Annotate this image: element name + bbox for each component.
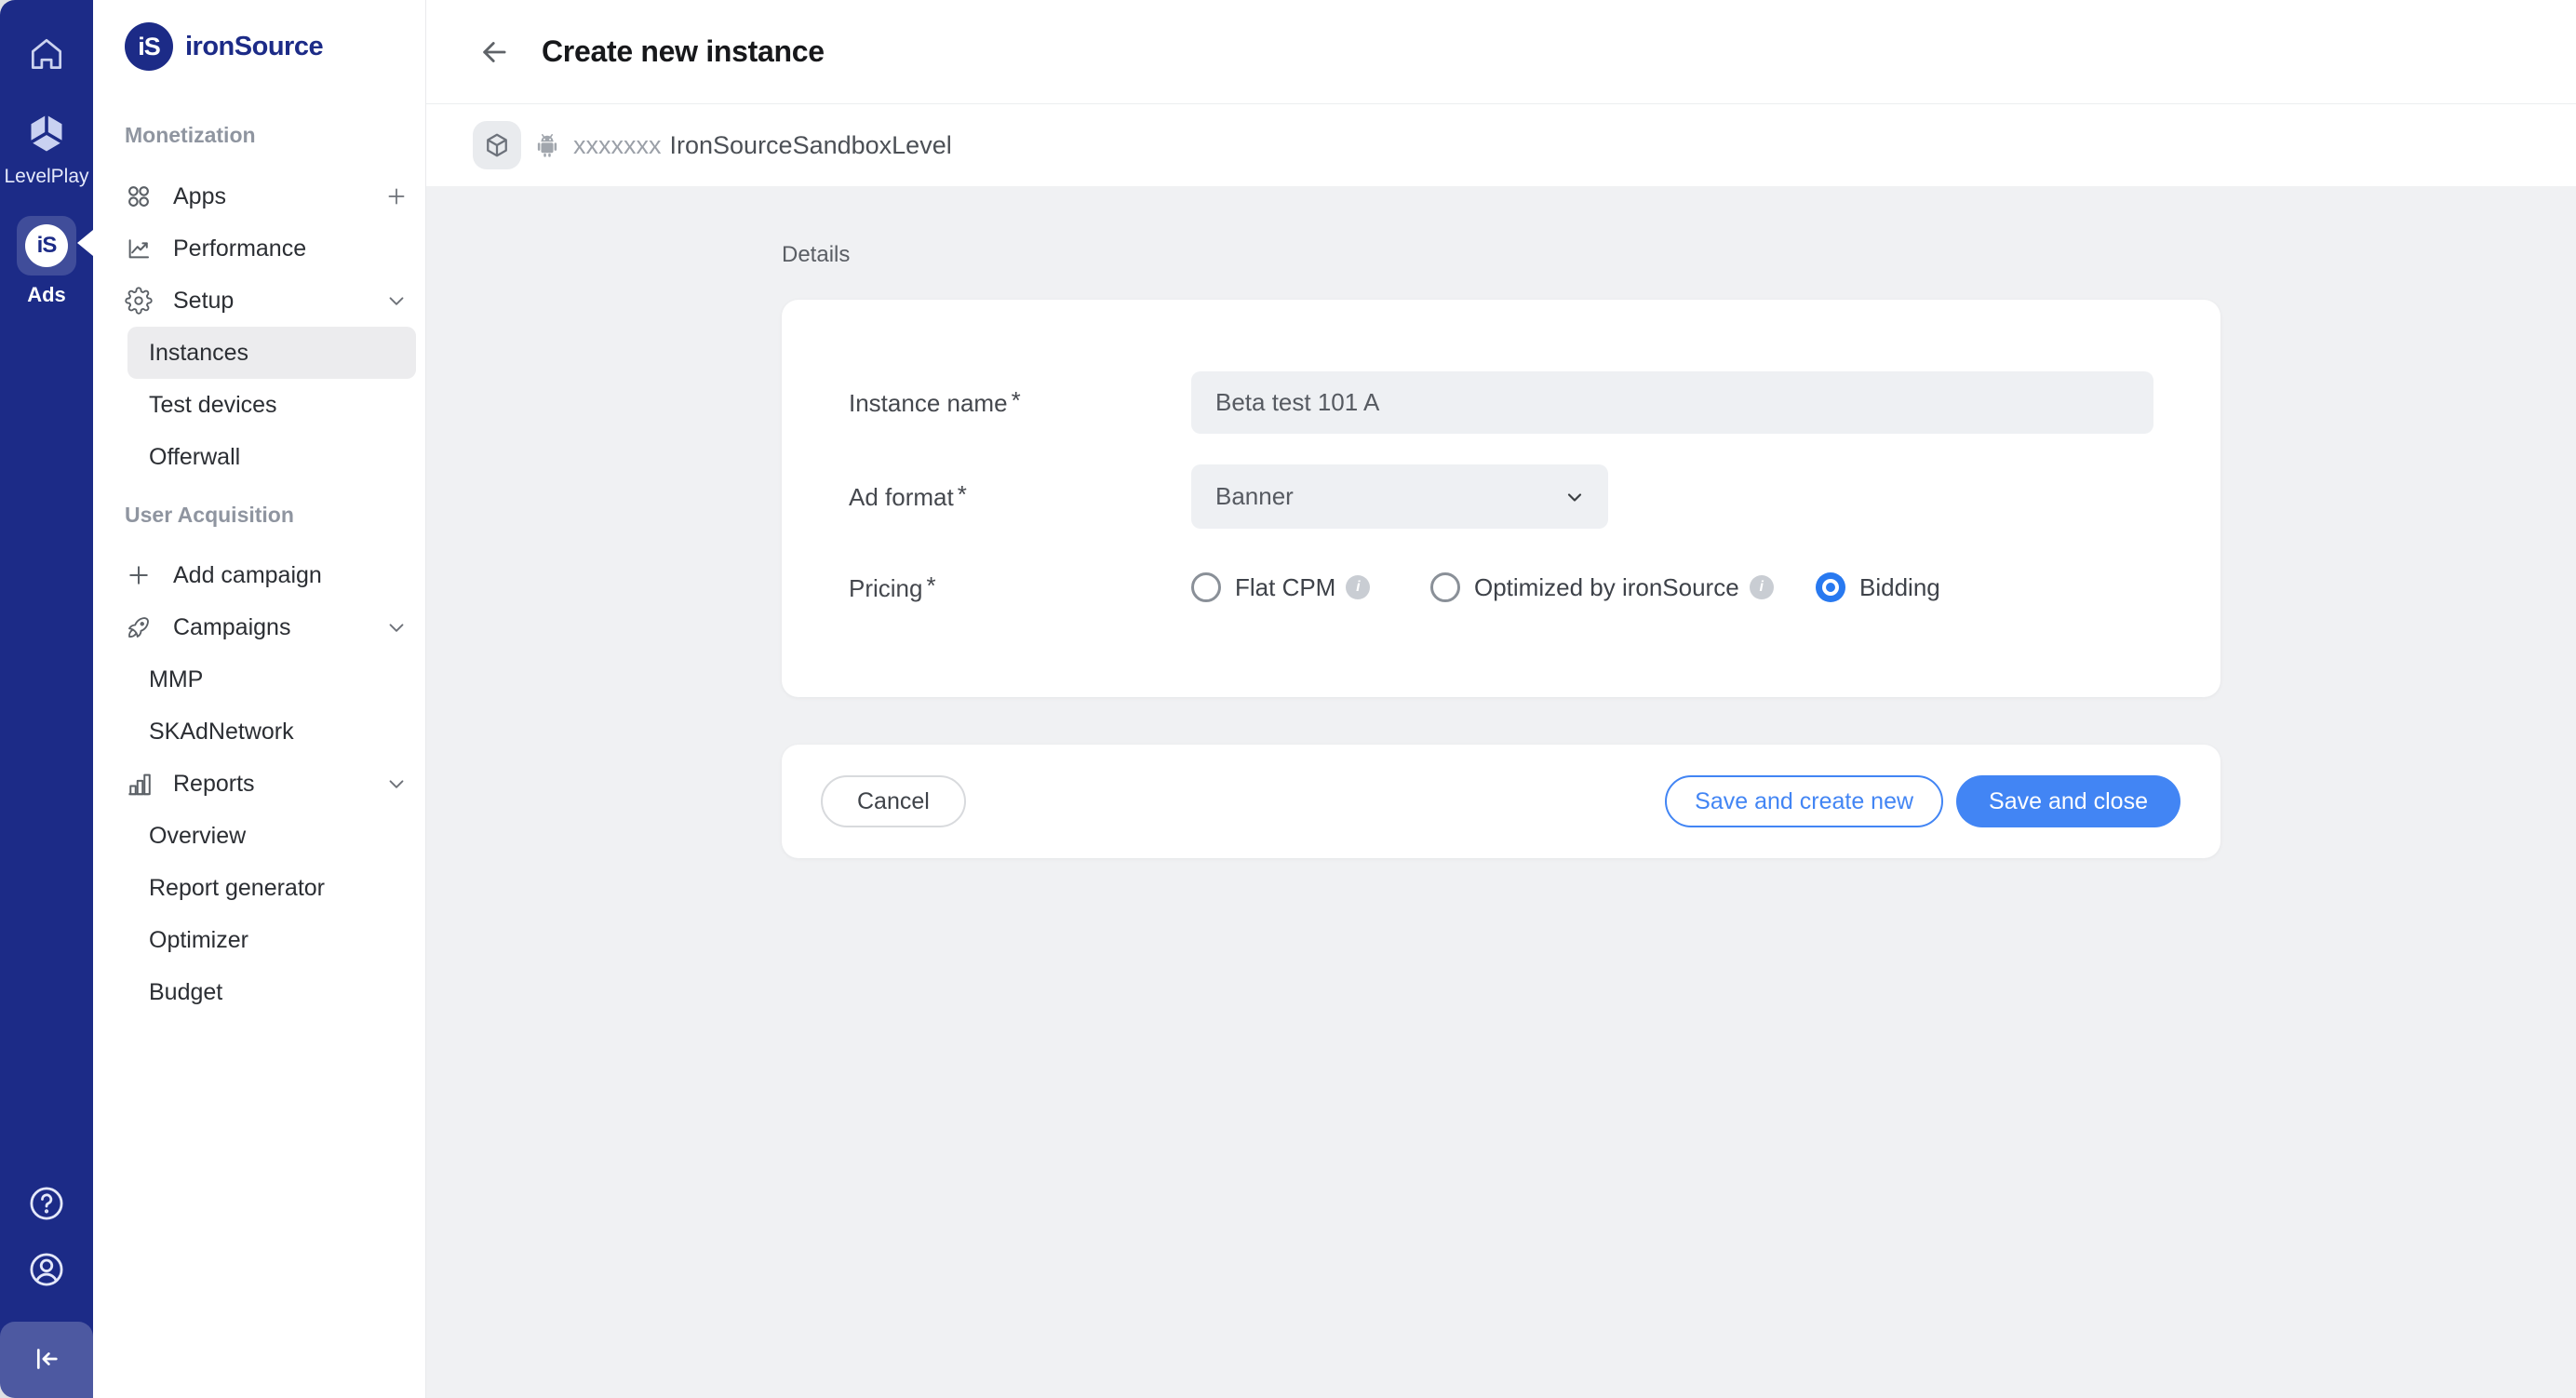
ad-format-select[interactable]: Banner — [1191, 464, 1608, 529]
product-rail: LevelPlay iS Ads — [0, 0, 93, 1398]
sidebar-item-add-campaign[interactable]: Add campaign — [93, 549, 425, 601]
cancel-button[interactable]: Cancel — [821, 775, 966, 827]
performance-chart-icon — [125, 235, 153, 262]
pricing-label: Pricing* — [849, 574, 936, 603]
brand-logo: iS ironSource — [93, 0, 425, 93]
save-and-close-button[interactable]: Save and close — [1956, 775, 2180, 827]
app-window: LevelPlay iS Ads — [0, 0, 2576, 1398]
app-cube-icon — [473, 121, 521, 169]
radio-label: Optimized by ironSource — [1474, 573, 1739, 602]
content-area: Details Instance name* Ad format* Banner… — [426, 186, 2576, 1398]
ad-format-label: Ad format* — [849, 483, 967, 512]
home-button[interactable] — [26, 34, 67, 77]
details-section-label: Details — [782, 242, 2576, 268]
sidebar-item-instances[interactable]: Instances — [127, 327, 416, 379]
pricing-option-flat-cpm[interactable]: Flat CPM i — [1191, 568, 1370, 607]
brand-name: ironSource — [185, 32, 323, 62]
sidebar-item-overview[interactable]: Overview — [127, 810, 416, 862]
sidebar-item-offerwall[interactable]: Offerwall — [127, 431, 416, 483]
sidebar-item-mmp[interactable]: MMP — [127, 653, 416, 706]
chevron-down-icon — [384, 772, 409, 796]
sidebar-item-optimizer[interactable]: Optimizer — [127, 914, 416, 966]
pricing-option-bidding[interactable]: Bidding — [1816, 568, 1940, 607]
instance-name-label: Instance name* — [849, 389, 1021, 418]
sidebar-item-performance[interactable]: Performance — [93, 222, 425, 275]
app-id-masked: xxxxxxx — [573, 131, 662, 160]
radio-label: Bidding — [1859, 573, 1940, 602]
info-icon[interactable]: i — [1750, 575, 1774, 599]
sidebar: iS ironSource Monetization Apps Performa… — [93, 0, 426, 1398]
chevron-down-icon — [384, 615, 409, 639]
page-title: Create new instance — [542, 34, 825, 69]
radio-selected-icon[interactable] — [1816, 572, 1845, 602]
page-header: Create new instance — [426, 0, 2576, 104]
form-actions-card: Cancel Save and create new Save and clos… — [782, 745, 2220, 858]
sidebar-item-setup[interactable]: Setup — [93, 275, 425, 327]
plus-icon — [125, 561, 153, 589]
required-asterisk: * — [926, 571, 935, 599]
sidebar-item-skadnetwork[interactable]: SKAdNetwork — [127, 706, 416, 758]
details-card: Instance name* Ad format* Banner Pricing… — [782, 300, 2220, 697]
gear-icon — [125, 287, 153, 315]
ad-format-value: Banner — [1215, 482, 1294, 511]
radio-icon[interactable] — [1191, 572, 1221, 602]
levelplay-nav-button[interactable]: LevelPlay — [4, 111, 88, 188]
instance-name-input[interactable] — [1191, 371, 2153, 434]
back-button[interactable] — [476, 34, 512, 70]
sidebar-item-campaigns[interactable]: Campaigns — [93, 601, 425, 653]
section-label-monetization: Monetization — [125, 123, 425, 148]
ironsource-logo-icon: iS — [125, 22, 173, 71]
radio-label: Flat CPM — [1235, 573, 1335, 602]
info-icon[interactable]: i — [1346, 575, 1370, 599]
android-icon — [532, 130, 562, 160]
ads-nav-button[interactable]: iS Ads — [17, 216, 76, 307]
ads-tile: iS — [17, 216, 76, 276]
home-icon — [26, 34, 67, 77]
bar-chart-icon — [125, 770, 153, 798]
sidebar-item-label: Campaigns — [173, 614, 290, 641]
app-context-bar: xxxxxxx IronSourceSandboxLevel — [426, 104, 2576, 186]
sidebar-item-apps[interactable]: Apps — [93, 170, 425, 222]
chevron-down-icon — [1563, 486, 1586, 508]
chevron-down-icon — [384, 289, 409, 313]
save-buttons-group: Save and create new Save and close — [1665, 775, 2180, 827]
sidebar-item-report-generator[interactable]: Report generator — [127, 862, 416, 914]
sidebar-item-label: Setup — [173, 288, 234, 315]
pricing-option-optimized[interactable]: Optimized by ironSource i — [1430, 568, 1774, 607]
collapse-icon — [29, 1341, 64, 1379]
section-label-user-acquisition: User Acquisition — [125, 503, 425, 528]
required-asterisk: * — [1012, 386, 1021, 414]
radio-icon[interactable] — [1430, 572, 1460, 602]
ads-label: Ads — [27, 283, 66, 307]
main-area: Create new instance xxxxxxx IronSourceSa… — [426, 0, 2576, 1398]
sidebar-item-label: Apps — [173, 183, 226, 210]
unity-cube-icon — [24, 111, 69, 158]
ironsource-monogram-icon: iS — [25, 224, 68, 267]
levelplay-label: LevelPlay — [4, 166, 88, 188]
collapse-sidebar-button[interactable] — [0, 1322, 93, 1398]
sidebar-item-budget[interactable]: Budget — [127, 966, 416, 1018]
account-icon — [27, 1250, 66, 1292]
sidebar-item-label: Reports — [173, 771, 255, 798]
sidebar-item-label: Add campaign — [173, 562, 322, 589]
apps-grid-icon — [125, 182, 153, 210]
required-asterisk: * — [958, 480, 967, 508]
account-button[interactable] — [27, 1250, 66, 1292]
save-and-create-new-button[interactable]: Save and create new — [1665, 775, 1943, 827]
sidebar-item-test-devices[interactable]: Test devices — [127, 379, 416, 431]
add-app-icon[interactable] — [384, 184, 409, 208]
rail-bottom-group — [0, 1184, 93, 1398]
sidebar-item-reports[interactable]: Reports — [93, 758, 425, 810]
sidebar-item-label: Performance — [173, 235, 306, 262]
help-button[interactable] — [27, 1184, 66, 1226]
help-icon — [27, 1184, 66, 1226]
app-name: IronSourceSandboxLevel — [670, 131, 952, 160]
ads-active-indicator — [77, 230, 93, 256]
rocket-icon — [125, 613, 153, 641]
